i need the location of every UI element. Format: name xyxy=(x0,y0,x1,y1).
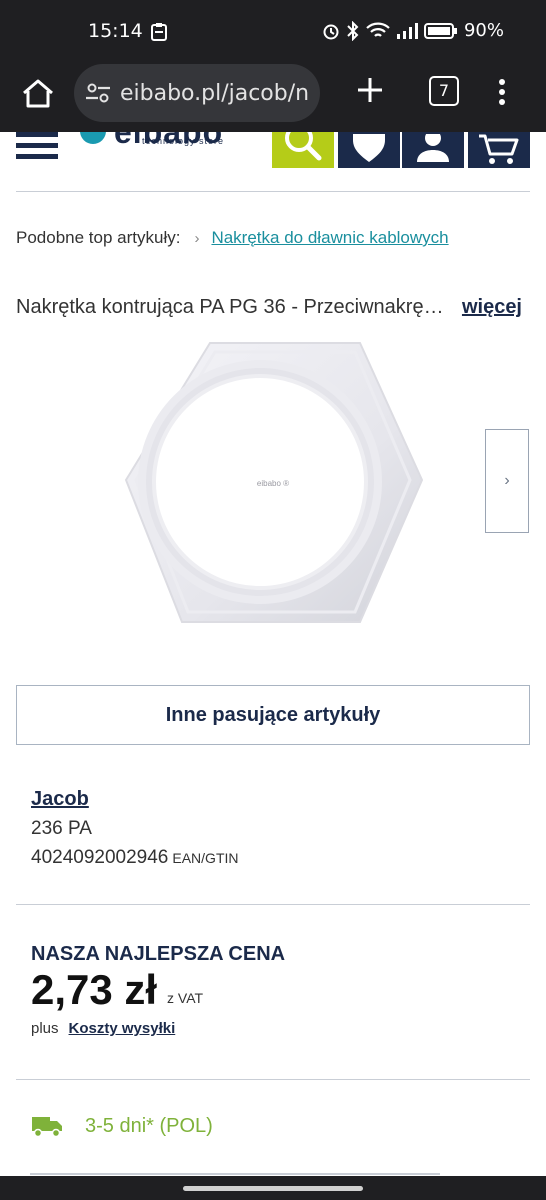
read-more-link[interactable]: więcej xyxy=(462,296,522,319)
logo-mark-icon xyxy=(80,132,106,144)
system-nav-bar xyxy=(0,1176,546,1200)
price-divider xyxy=(16,1079,530,1080)
alarm-icon xyxy=(323,24,339,39)
status-bar: 15:14 90% xyxy=(0,0,546,62)
status-time: 15:14 xyxy=(88,20,143,42)
price-value: 2,73 zł xyxy=(31,966,158,1013)
similar-link[interactable]: Nakrętka do dławnic kablowych xyxy=(211,228,448,248)
wishlist-button[interactable] xyxy=(338,132,400,168)
header-divider xyxy=(16,191,530,192)
chevron-right-icon: › xyxy=(504,472,510,489)
address-bar[interactable]: eibabo.pl/jacob/n xyxy=(74,64,320,122)
delivery-truck-icon xyxy=(32,1117,62,1138)
search-button[interactable] xyxy=(272,132,334,168)
delivery-info: 3-5 dni* (POL) xyxy=(31,1114,213,1138)
account-button[interactable] xyxy=(402,132,464,168)
cart-button[interactable] xyxy=(468,132,530,168)
user-icon xyxy=(417,134,449,162)
clipboard-notification-icon xyxy=(151,23,167,41)
browser-toolbar: eibabo.pl/jacob/n 7 xyxy=(0,62,546,132)
heart-icon xyxy=(353,134,385,162)
battery-icon xyxy=(423,22,457,39)
image-watermark: eibabo ® xyxy=(257,479,289,488)
brand-link[interactable]: Jacob xyxy=(31,788,89,811)
gesture-handle[interactable] xyxy=(183,1186,363,1191)
similar-articles: Podobne top artykuły: › Nakrętka do dław… xyxy=(16,228,449,248)
search-icon xyxy=(285,132,322,161)
similar-label: Podobne top artykuły: xyxy=(16,228,181,247)
shipping-info: plus Koszty wysyłki xyxy=(31,1020,175,1037)
logo-tagline: technology store xyxy=(142,136,225,146)
shipping-costs-link[interactable]: Koszty wysyłki xyxy=(69,1020,176,1037)
tab-switcher-button[interactable]: 7 xyxy=(429,76,459,106)
bluetooth-icon xyxy=(347,20,359,41)
status-icons: 90% xyxy=(322,20,504,41)
signal-icon xyxy=(396,22,418,39)
info-divider xyxy=(16,904,530,905)
site-settings-icon[interactable] xyxy=(84,79,112,107)
more-menu-icon[interactable] xyxy=(492,76,512,108)
product-ean: 4024092002946 EAN/GTIN xyxy=(31,847,239,869)
battery-percent: 90% xyxy=(463,20,504,41)
image-next-button[interactable]: › xyxy=(485,429,529,533)
wifi-icon xyxy=(366,22,390,37)
product-title-row: Nakrętka kontrująca PA PG 36 - Przeciwna… xyxy=(16,296,530,319)
price-label: NASZA NAJLEPSZA CENA xyxy=(31,943,286,965)
site-header: eibabo technology store xyxy=(0,132,546,168)
product-title: Nakrętka kontrująca PA PG 36 - Przeciwna… xyxy=(16,296,446,318)
next-section-edge xyxy=(30,1173,440,1175)
ean-value: 4024092002946 xyxy=(31,847,169,868)
vat-label: z VAT xyxy=(167,990,204,1006)
chevron-right-icon: › xyxy=(194,229,200,247)
product-model: 236 PA xyxy=(31,818,92,839)
menu-hamburger-icon[interactable] xyxy=(16,132,58,160)
product-image[interactable]: eibabo ® xyxy=(120,340,430,625)
home-icon[interactable] xyxy=(18,74,58,114)
matching-articles-button[interactable]: Inne pasujące artykuły xyxy=(16,685,530,745)
url-text: eibabo.pl/jacob/n xyxy=(120,80,310,106)
delivery-time: 3-5 dni* (POL) xyxy=(85,1114,213,1137)
ean-label: EAN/GTIN xyxy=(172,850,239,866)
new-tab-icon[interactable] xyxy=(354,74,386,106)
cart-icon xyxy=(479,134,519,164)
shipping-plus: plus xyxy=(31,1020,59,1037)
